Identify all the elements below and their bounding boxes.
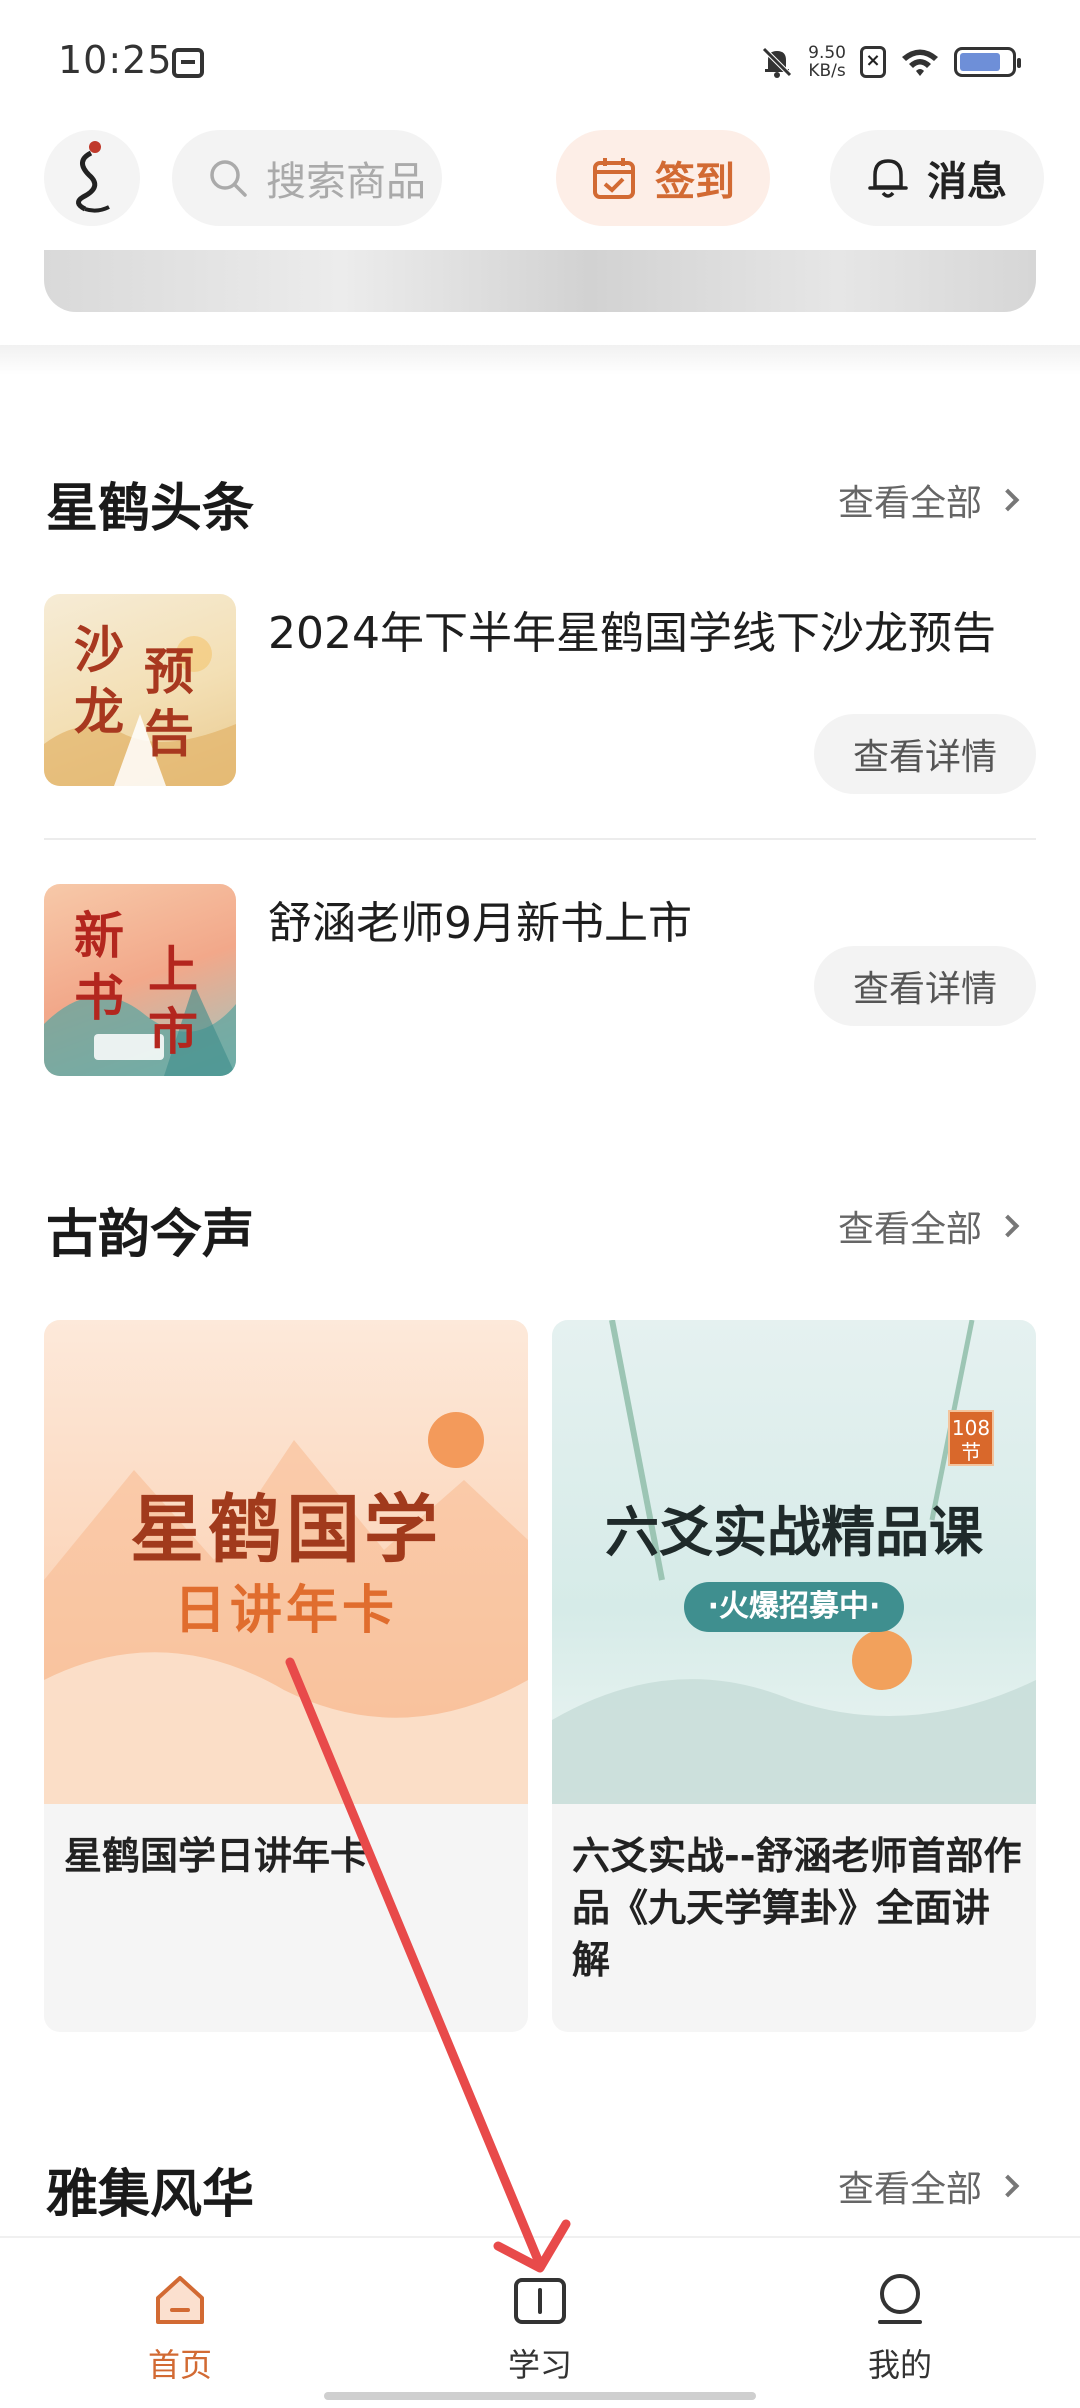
- thumb-char: 市: [148, 1002, 198, 1061]
- course-title: 六爻实战--舒涵老师首部作品《九天学算卦》全面讲解: [572, 1834, 1022, 1982]
- salon-thumbnail-art: [44, 636, 236, 786]
- view-details-button[interactable]: 查看详情: [814, 946, 1036, 1026]
- network-speed-value: 9.50: [808, 43, 846, 63]
- course-card[interactable]: 108 节 六爻实战精品课 ·火爆招募中· 六爻实战--舒涵老师首部作品《九天学…: [552, 1320, 1036, 2032]
- lesson-count: 108: [951, 1416, 991, 1440]
- chevron-right-icon: [996, 1214, 1020, 1238]
- see-all-label: 查看全部: [837, 483, 982, 524]
- news-thumbnail: 新 上 书 市: [44, 884, 236, 1076]
- divider: [44, 838, 1036, 840]
- tab-home[interactable]: 首页: [80, 2238, 280, 2388]
- bottom-tab-bar: 首页 学习 我的: [0, 2236, 1080, 2408]
- wifi-icon: [902, 49, 938, 76]
- network-speed: 9.50 KB/s: [808, 44, 846, 80]
- thumb-char: 告: [144, 704, 194, 763]
- headlines-section-title: 星鹤头条: [46, 478, 255, 539]
- lesson-unit: 节: [961, 1440, 981, 1464]
- news-title: 2024年下半年星鹤国学线下沙龙预告: [268, 608, 996, 659]
- tab-mine-label: 我的: [867, 2346, 932, 2384]
- chevron-right-icon: [996, 488, 1020, 512]
- top-header: 搜索商品 签到 消息: [0, 120, 1080, 250]
- courses-see-all-link[interactable]: 查看全部: [837, 1200, 1020, 1252]
- status-bar: 10:25 9.50 KB/s ×: [0, 0, 1080, 120]
- gallery-section-title: 雅集风华: [46, 2164, 255, 2225]
- cover-title: 六爻实战精品课: [605, 1500, 983, 1564]
- search-input[interactable]: 搜索商品: [172, 130, 442, 226]
- sim-off-icon: ×: [860, 46, 886, 78]
- message-label: 消息: [927, 159, 1007, 205]
- cover-subtitle: 日讲年卡: [173, 1580, 398, 1641]
- view-details-button[interactable]: 查看详情: [814, 714, 1036, 794]
- bell-muted-icon: [762, 47, 792, 78]
- section-separator: [0, 345, 1080, 375]
- course-title: 星鹤国学日讲年卡: [64, 1834, 369, 1878]
- cover-subtitle: ·火爆招募中·: [684, 1582, 904, 1632]
- lesson-count-badge: 108 节: [948, 1410, 994, 1466]
- app-logo[interactable]: [44, 130, 140, 226]
- user-icon: [878, 2274, 922, 2324]
- battery-level: [960, 53, 1000, 71]
- chevron-right-icon: [996, 2174, 1020, 2198]
- cover-title: 星鹤国学: [130, 1487, 442, 1573]
- calendar-notification-icon: [172, 48, 204, 78]
- course-cover-image: 星鹤国学 日讲年卡: [44, 1320, 528, 1804]
- network-speed-unit: KB/s: [808, 61, 846, 81]
- checkin-label: 签到: [655, 159, 735, 205]
- battery-icon: [954, 47, 1021, 77]
- thumb-char: 书: [74, 968, 124, 1027]
- calendar-check-icon: [593, 158, 635, 199]
- news-thumbnail: 沙 预 龙 告: [44, 594, 236, 786]
- news-item[interactable]: 新 上 书 市 舒涵老师9月新书上市 查看详情: [44, 884, 1036, 1084]
- tab-home-label: 首页: [147, 2346, 212, 2384]
- tab-mine[interactable]: 我的: [800, 2238, 1000, 2388]
- course-card[interactable]: 星鹤国学 日讲年卡 星鹤国学日讲年卡: [44, 1320, 528, 2032]
- news-title: 舒涵老师9月新书上市: [268, 898, 692, 949]
- courses-section-title: 古韵今声: [46, 1204, 255, 1265]
- search-icon: [210, 160, 247, 197]
- checkin-button[interactable]: 签到: [556, 130, 770, 226]
- bell-icon: [868, 159, 908, 198]
- tab-study[interactable]: 学习: [440, 2238, 640, 2388]
- status-icons: 9.50 KB/s ×: [760, 40, 1021, 84]
- message-button[interactable]: 消息: [830, 130, 1044, 226]
- search-placeholder: 搜索商品: [266, 159, 426, 205]
- headlines-see-all-link[interactable]: 查看全部: [837, 474, 1020, 526]
- tab-study-label: 学习: [507, 2346, 572, 2384]
- see-all-label: 查看全部: [837, 1209, 982, 1250]
- book-icon: [514, 2278, 566, 2324]
- news-item[interactable]: 沙 预 龙 告 2024年下半年星鹤国学线下沙龙预告 查看详情: [44, 594, 1036, 794]
- home-icon: [156, 2276, 204, 2324]
- see-all-label: 查看全部: [837, 2169, 982, 2210]
- course-cover-image: 108 节 六爻实战精品课 ·火爆招募中·: [552, 1320, 1036, 1804]
- home-indicator: [324, 2392, 756, 2400]
- crane-logo-icon: [76, 141, 110, 213]
- book-thumbnail-art: [44, 984, 236, 1076]
- gallery-see-all-link[interactable]: 查看全部: [837, 2160, 1020, 2212]
- status-time: 10:25: [58, 38, 173, 82]
- thumb-char: 龙: [74, 682, 124, 741]
